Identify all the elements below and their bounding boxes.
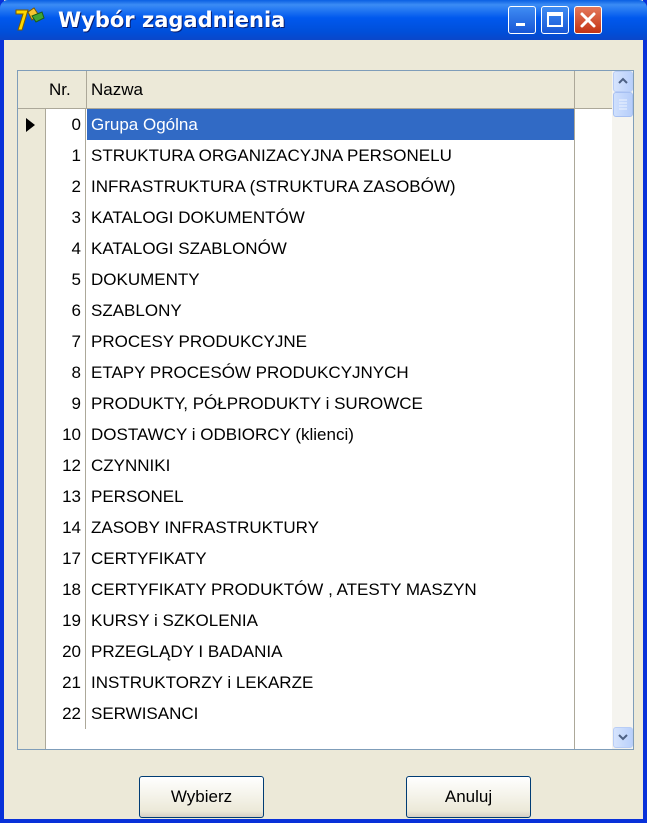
row-nr-cell: 13: [46, 481, 86, 512]
row-nr-cell: 20: [46, 636, 86, 667]
topic-grid[interactable]: Nr. Nazwa 0 Grupa Ogólna 1 STRUKTURA ORGANI…: [17, 70, 634, 750]
row-name-cell: KURSY i SZKOLENIA: [91, 611, 258, 630]
maximize-button[interactable]: [541, 6, 569, 34]
close-icon: [580, 12, 596, 28]
maximize-icon: [547, 12, 563, 27]
table-row[interactable]: 20 PRZEGLĄDY I BADANIA: [18, 636, 612, 667]
grid-header: Nr. Nazwa: [18, 71, 612, 109]
row-nr-cell: 10: [46, 419, 86, 450]
row-name-cell: DOSTAWCY i ODBIORCY (klienci): [91, 425, 354, 444]
row-name-cell: CZYNNIKI: [91, 456, 171, 475]
row-nr-cell: 3: [46, 202, 86, 233]
column-header-nr[interactable]: Nr.: [46, 71, 87, 108]
table-row[interactable]: 3 KATALOGI DOKUMENTÓW: [18, 202, 612, 233]
column-header-nr-label: Nr.: [49, 80, 71, 99]
row-nr-cell: 22: [46, 698, 86, 729]
row-name-cell: DOKUMENTY: [91, 270, 200, 289]
select-button[interactable]: Wybierz: [139, 776, 264, 818]
grid-rows: 0 Grupa Ogólna 1 STRUKTURA ORGANIZACYJNA PE…: [18, 109, 612, 749]
table-row[interactable]: 21 INSTRUKTORZY i LEKARZE: [18, 667, 612, 698]
row-name-cell: PRZEGLĄDY I BADANIA: [91, 642, 283, 661]
table-row[interactable]: 9 PRODUKTY, PÓŁPRODUKTY i SUROWCE: [18, 388, 612, 419]
scroll-thumb[interactable]: [613, 92, 633, 117]
table-row[interactable]: 6 SZABLONY: [18, 295, 612, 326]
close-button[interactable]: [574, 6, 602, 34]
table-row[interactable]: 22 SERWISANCI: [18, 698, 612, 729]
row-nr-cell: 9: [46, 388, 86, 419]
row-nr-cell: 18: [46, 574, 86, 605]
table-row[interactable]: 18 CERTYFIKATY PRODUKTÓW , ATESTY MASZYN: [18, 574, 612, 605]
row-nr-cell: 2: [46, 171, 86, 202]
table-row[interactable]: 2 INFRASTRUKTURA (STRUKTURA ZASOBÓW): [18, 171, 612, 202]
row-name-cell: PROCESY PRODUKCYJNE: [91, 332, 308, 351]
row-name-cell: SZABLONY: [91, 301, 182, 320]
row-nr-cell: 0: [46, 109, 86, 140]
row-nr-cell: 14: [46, 512, 86, 543]
table-row[interactable]: 10 DOSTAWCY i ODBIORCY (klienci): [18, 419, 612, 450]
row-nr-cell: 4: [46, 233, 86, 264]
app-icon: [14, 6, 46, 34]
cancel-button[interactable]: Anuluj: [406, 776, 531, 818]
table-row[interactable]: 14 ZASOBY INFRASTRUKTURY: [18, 512, 612, 543]
row-name-cell: INFRASTRUKTURA (STRUKTURA ZASOBÓW): [91, 177, 456, 196]
scroll-up-icon: [618, 77, 628, 84]
column-header-name[interactable]: Nazwa: [87, 71, 575, 108]
table-row[interactable]: 4 KATALOGI SZABLONÓW: [18, 233, 612, 264]
row-name-cell: Grupa Ogólna: [87, 109, 574, 140]
title-bar[interactable]: Wybór zagadnienia: [0, 0, 647, 40]
row-nr-cell: 7: [46, 326, 86, 357]
row-nr-cell: 1: [46, 140, 86, 171]
row-name-cell: ETAPY PROCESÓW PRODUKCYJNYCH: [91, 363, 409, 382]
scroll-down-icon: [618, 734, 628, 741]
row-nr-cell: 6: [46, 295, 86, 326]
table-row[interactable]: 0 Grupa Ogólna: [18, 109, 612, 140]
vertical-scrollbar[interactable]: [612, 71, 633, 749]
row-nr-cell: 21: [46, 667, 86, 698]
row-name-cell: CERTYFIKATY PRODUKTÓW , ATESTY MASZYN: [91, 580, 477, 599]
minimize-icon: [516, 23, 525, 26]
table-row[interactable]: 12 CZYNNIKI: [18, 450, 612, 481]
window-title: Wybór zagadnienia: [58, 8, 286, 32]
row-name-cell: PRODUKTY, PÓŁPRODUKTY i SUROWCE: [91, 394, 423, 413]
scroll-down-button[interactable]: [613, 727, 633, 748]
row-name-cell: KATALOGI SZABLONÓW: [91, 239, 287, 258]
row-name-cell: ZASOBY INFRASTRUKTURY: [91, 518, 319, 537]
row-name-cell: STRUKTURA ORGANIZACYJNA PERSONELU: [91, 146, 452, 165]
dialog-window: Wybór zagadnienia Nr. Nazwa 0 Grupa Ogóln…: [0, 0, 647, 823]
row-nr-cell: 12: [46, 450, 86, 481]
row-nr-cell: 5: [46, 264, 86, 295]
minimize-button[interactable]: [508, 6, 536, 34]
table-row[interactable]: 13 PERSONEL: [18, 481, 612, 512]
scroll-up-button[interactable]: [613, 71, 633, 92]
row-nr-cell: 8: [46, 357, 86, 388]
column-header-name-label: Nazwa: [91, 80, 143, 99]
row-name-cell: CERTYFIKATY: [91, 549, 207, 568]
row-indicator-icon: [26, 118, 35, 132]
table-row[interactable]: 5 DOKUMENTY: [18, 264, 612, 295]
row-name-cell: SERWISANCI: [91, 704, 199, 723]
row-name-cell: PERSONEL: [91, 487, 184, 506]
row-name-cell: INSTRUKTORZY i LEKARZE: [91, 673, 314, 692]
table-row[interactable]: 19 KURSY i SZKOLENIA: [18, 605, 612, 636]
table-row[interactable]: 17 CERTYFIKATY: [18, 543, 612, 574]
row-name-cell: KATALOGI DOKUMENTÓW: [91, 208, 305, 227]
table-row[interactable]: 1 STRUKTURA ORGANIZACYJNA PERSONELU: [18, 140, 612, 171]
table-row[interactable]: 8 ETAPY PROCESÓW PRODUKCYJNYCH: [18, 357, 612, 388]
row-nr-cell: 19: [46, 605, 86, 636]
row-nr-cell: 17: [46, 543, 86, 574]
table-row[interactable]: 7 PROCESY PRODUKCYJNE: [18, 326, 612, 357]
